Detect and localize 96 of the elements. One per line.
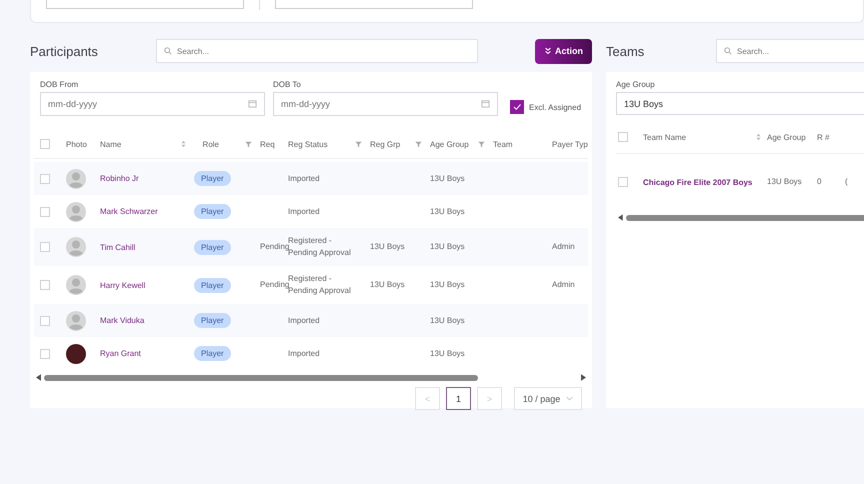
avatar-icon <box>66 168 86 188</box>
chevron-down-icon <box>566 396 574 401</box>
checkbox[interactable] <box>510 100 524 114</box>
table-cell: 13U Boys <box>430 206 465 218</box>
table-cell: Imported <box>288 348 320 360</box>
field-label: DOB To <box>273 80 302 89</box>
table-cell-text: Pending <box>260 280 290 289</box>
table-cell: ( <box>845 176 848 188</box>
checkbox-label: Excl. Assigned <box>529 102 582 112</box>
scroll-left-icon[interactable] <box>618 214 623 221</box>
column-header[interactable]: Payer Typ <box>548 140 588 148</box>
table-cell: 13U Boys <box>430 314 465 326</box>
table-cell: 13U Boys <box>430 172 465 184</box>
search-icon <box>724 47 732 55</box>
role-badge: Player <box>194 171 231 186</box>
row-checkbox[interactable] <box>40 174 50 184</box>
page-size-dropdown[interactable]: 10 / page <box>514 387 582 410</box>
date-field[interactable]: mm-dd-yyyy <box>40 92 265 116</box>
scroll-right-icon[interactable] <box>581 374 586 381</box>
double-chevron-down-icon <box>544 47 552 55</box>
table-cell-text: Pending <box>260 242 290 251</box>
row-checkbox[interactable] <box>40 206 50 216</box>
select-all-checkbox[interactable] <box>40 139 50 149</box>
participant-name-link[interactable]: Tim Cahill <box>100 242 136 252</box>
avatar-icon <box>66 275 86 295</box>
participant-name-link[interactable]: Mark Viduka <box>100 316 144 325</box>
column-header[interactable]: Reg Grp <box>366 140 426 148</box>
column-header[interactable]: Age Group <box>426 140 489 148</box>
role-badge: Player <box>194 240 231 254</box>
table-cell: 0 <box>817 176 822 188</box>
row-checkbox[interactable] <box>40 348 50 358</box>
sort-icon[interactable] <box>756 133 761 141</box>
field-label: Age Group <box>616 80 656 89</box>
table-cell: Imported <box>288 206 320 218</box>
action-button[interactable]: Action <box>535 38 592 64</box>
table-cell-text: Registered - Pending Approval <box>288 273 352 297</box>
table-cell: Imported <box>288 314 320 326</box>
calendar-icon <box>481 99 490 108</box>
avatar-icon <box>66 237 86 257</box>
filter-icon[interactable] <box>415 140 422 148</box>
participant-name-link[interactable]: Mark Schwarzer <box>100 207 158 216</box>
date-field[interactable]: mm-dd-yyyy <box>273 92 498 116</box>
calendar-icon <box>248 99 257 108</box>
age-group-select[interactable]: 13U Boys <box>616 92 864 115</box>
select-all-checkbox[interactable] <box>618 132 628 142</box>
search-field[interactable]: Search... <box>716 39 864 63</box>
column-header[interactable]: Name <box>96 140 190 148</box>
field-label: DOB From <box>40 80 80 89</box>
sort-icon[interactable] <box>181 140 186 148</box>
team-name-link[interactable]: Chicago Fire Elite 2007 Boys <box>643 178 752 186</box>
role-badge: Player <box>194 204 231 219</box>
avatar-icon <box>66 310 86 330</box>
table-cell: Admin <box>552 279 575 291</box>
row-checkbox[interactable] <box>618 177 628 187</box>
column-header[interactable]: Team Name <box>643 132 767 142</box>
input-field[interactable] <box>275 0 473 9</box>
row-checkbox[interactable] <box>40 242 50 252</box>
participant-name-link[interactable]: Ryan Grant <box>100 349 141 358</box>
table-cell: Imported <box>288 172 320 184</box>
participant-name-link[interactable]: Harry Kewell <box>100 280 146 290</box>
scrollbar-thumb[interactable] <box>626 214 864 220</box>
checkmark-icon <box>512 102 522 112</box>
page-button[interactable]: 1 <box>446 387 471 410</box>
row-checkbox[interactable] <box>40 316 50 326</box>
role-badge: Player <box>194 313 231 328</box>
input-field[interactable] <box>46 0 244 9</box>
section-title: Teams <box>606 44 646 58</box>
column-header[interactable]: Reg Status <box>284 140 366 148</box>
section-title: Participants <box>30 44 99 58</box>
column-header[interactable]: Role <box>190 140 256 148</box>
table-cell: 13U Boys <box>430 279 465 291</box>
avatar-icon <box>66 202 86 222</box>
column-header[interactable]: R # <box>817 132 845 142</box>
scrollbar-thumb[interactable] <box>44 374 478 380</box>
table-cell: 13U Boys <box>767 176 802 188</box>
role-badge: Player <box>194 346 231 361</box>
column-header[interactable]: Photo <box>62 140 96 148</box>
search-field[interactable]: Search... <box>156 39 478 63</box>
table-cell: 13U Boys <box>370 241 405 253</box>
filter-icon[interactable] <box>355 140 362 148</box>
table-cell-text: Registered - Pending Approval <box>288 235 352 259</box>
table-cell: 13U Boys <box>430 241 465 253</box>
filter-icon[interactable] <box>245 140 252 148</box>
column-header[interactable]: Age Group <box>767 132 817 142</box>
photo-placeholder <box>66 344 86 364</box>
row-checkbox[interactable] <box>40 280 50 290</box>
column-header[interactable]: Req <box>256 140 284 148</box>
table-cell: 13U Boys <box>430 348 465 360</box>
table-cell: Admin <box>552 241 575 253</box>
column-header[interactable]: Team <box>489 140 548 148</box>
scroll-left-icon[interactable] <box>36 374 41 381</box>
filter-icon[interactable] <box>478 140 485 148</box>
participant-name-link[interactable]: Robinho Jr <box>100 174 139 183</box>
role-badge: Player <box>194 278 231 292</box>
search-icon <box>164 47 172 55</box>
table-cell: 13U Boys <box>370 279 405 291</box>
